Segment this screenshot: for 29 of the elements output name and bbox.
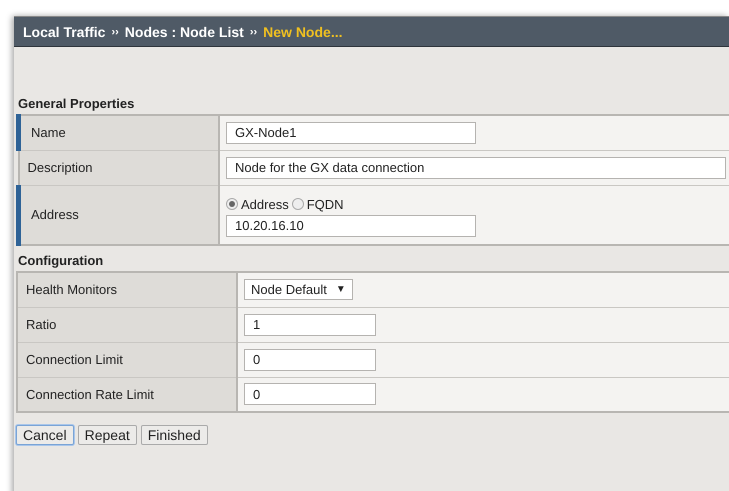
input-field[interactable]: 10.20.16.10 bbox=[226, 214, 476, 237]
field-label: Connection Limit bbox=[25, 352, 123, 367]
dropdown[interactable]: Node Default ▼ bbox=[244, 279, 353, 300]
field-label: Name bbox=[30, 125, 66, 140]
breadcrumb-item[interactable]: Nodes : Node List bbox=[124, 24, 244, 40]
field-label: Connection Rate Limit bbox=[25, 386, 154, 402]
input-field[interactable]: 0 bbox=[244, 348, 376, 370]
caret-icon: ▼ bbox=[336, 284, 346, 296]
breadcrumb-item: New Node... bbox=[263, 24, 342, 40]
form-button[interactable]: Repeat bbox=[78, 425, 137, 445]
separator-icon: ›› bbox=[111, 26, 119, 38]
input-field[interactable]: Node for the GX data connection bbox=[226, 156, 726, 178]
breadcrumb-item[interactable]: Local Traffic bbox=[23, 24, 106, 40]
radio-button[interactable] bbox=[292, 198, 304, 210]
field-label: Description bbox=[26, 160, 93, 175]
field-label: Health Monitors bbox=[25, 282, 118, 298]
field-label: Address bbox=[30, 207, 79, 222]
section-title: Configuration bbox=[17, 253, 104, 270]
separator-icon: ›› bbox=[250, 26, 258, 38]
radio-button[interactable] bbox=[226, 198, 238, 210]
section-title: General Properties bbox=[17, 96, 134, 113]
form-button[interactable]: Finished bbox=[140, 425, 208, 445]
input-field[interactable]: GX-Node1 bbox=[226, 122, 476, 144]
form-button[interactable]: Cancel bbox=[16, 425, 74, 445]
input-field[interactable]: 0 bbox=[244, 383, 376, 406]
radio-label: Address bbox=[241, 196, 289, 212]
input-field[interactable]: 1 bbox=[244, 314, 376, 336]
field-label: Ratio bbox=[25, 317, 56, 332]
radio-label: FQDN bbox=[306, 196, 344, 212]
